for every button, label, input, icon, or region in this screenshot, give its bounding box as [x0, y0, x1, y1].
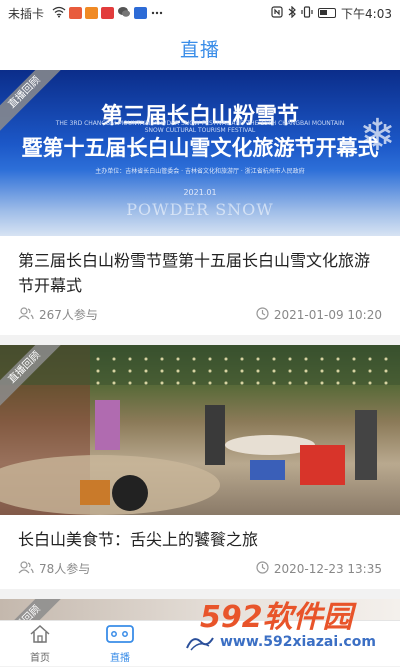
nfc-icon — [271, 5, 283, 21]
app-header: 直播 — [0, 26, 400, 70]
live-card[interactable]: 直播回顾 长白山美食节：舌尖上的饕餮之旅 78人参与 2020-12-23 13… — [0, 345, 400, 589]
tab-live-label: 直播 — [110, 653, 130, 664]
bluetooth-icon — [288, 5, 296, 21]
wechat-icon — [117, 6, 131, 21]
notification-icons — [52, 6, 164, 21]
live-datetime: 2021-01-09 10:20 — [273, 307, 382, 322]
live-card-title[interactable]: 长白山美食节：舌尖上的饕餮之旅 — [0, 515, 400, 552]
live-card-meta: 78人参与 2020-12-23 13:35 — [0, 552, 400, 589]
live-time: 2021-01-09 10:20 — [256, 306, 382, 323]
app-icon — [101, 7, 115, 19]
live-time: 2020-12-23 13:35 — [256, 560, 382, 577]
tab-home-label: 首页 — [30, 653, 50, 664]
string-lights — [90, 353, 390, 393]
tab-logo[interactable] — [160, 621, 240, 667]
home-icon — [29, 624, 51, 647]
poster-date: 2021.01 — [183, 188, 217, 197]
participants: 78人参与 — [18, 560, 90, 577]
live-card-meta: 267人参与 2021-01-09 10:20 — [0, 298, 400, 335]
clock-label: 下午4:03 — [341, 6, 392, 21]
poster-organizers: 主办单位：吉林省长白山管委会 · 吉林省文化和旅游厅 · 浙江省杭州市人民政府 — [95, 168, 305, 175]
status-left: 未插卡 — [8, 5, 164, 22]
live-datetime: 2020-12-23 13:35 — [273, 561, 382, 576]
page-title: 直播 — [179, 38, 220, 61]
live-card[interactable]: 第三届长白山粉雪节 THE 3RD CHANGBAI MOUNTAIN POWD… — [0, 70, 400, 335]
live-card-cover[interactable]: 直播回顾 — [0, 345, 400, 515]
clock-icon — [256, 560, 269, 577]
poster-title-line2: 暨第十五届长白山雪文化旅游节开幕式 — [21, 136, 379, 160]
snowflake-icon: ❄ — [359, 110, 396, 161]
live-feed-list[interactable]: 第三届长白山粉雪节 THE 3RD CHANGBAI MOUNTAIN POWD… — [0, 70, 400, 620]
live-card-cover[interactable]: 第三届长白山粉雪节 THE 3RD CHANGBAI MOUNTAIN POWD… — [0, 70, 400, 236]
live-card-title[interactable]: 第三届长白山粉雪节暨第十五届长白山雪文化旅游节开幕式 — [0, 236, 400, 298]
status-bar: 未插卡 下午4:03 — [0, 0, 400, 26]
tab-live[interactable]: 直播 — [80, 621, 160, 667]
people-icon — [18, 560, 34, 577]
video-camera-icon — [106, 624, 134, 647]
app-icon — [85, 7, 99, 19]
bottom-tab-bar: 首页 直播 — [0, 620, 400, 666]
app-icon — [69, 7, 83, 19]
participants-count: 78人参与 — [39, 562, 91, 576]
live-card-cover[interactable]: 直播回顾 — [0, 599, 400, 620]
replay-badge: 直播回顾 — [0, 599, 71, 620]
clock-icon — [256, 306, 269, 323]
logo-icon — [185, 632, 215, 655]
vibrate-icon — [301, 5, 313, 21]
live-card[interactable]: 直播回顾 — [0, 599, 400, 620]
tab-home[interactable]: 首页 — [0, 621, 80, 667]
people-icon — [18, 306, 34, 323]
participants-count: 267人参与 — [39, 308, 98, 322]
battery-icon — [318, 8, 337, 18]
carrier-label: 未插卡 — [8, 6, 45, 21]
poster-watermark-text: POWDER SNOW — [126, 200, 274, 219]
status-right: 下午4:03 — [271, 5, 392, 22]
wifi-icon — [52, 6, 66, 21]
participants: 267人参与 — [18, 306, 98, 323]
more-icon — [150, 6, 164, 21]
app-icon — [134, 7, 148, 19]
